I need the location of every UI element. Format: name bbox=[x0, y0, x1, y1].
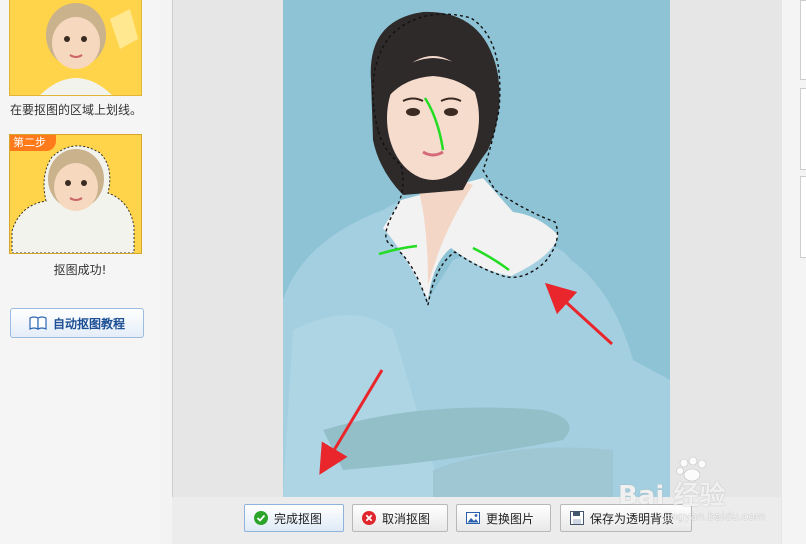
save-transparent-background-button[interactable]: 保存为透明背景 bbox=[560, 504, 692, 532]
check-circle-icon bbox=[254, 511, 268, 525]
book-icon bbox=[29, 316, 47, 330]
right-panel-tab-1[interactable] bbox=[800, 0, 806, 80]
step1-thumbnail bbox=[9, 0, 142, 96]
portrait-image[interactable] bbox=[283, 0, 670, 497]
replace-image-label: 更换图片 bbox=[486, 511, 535, 526]
right-panel-edge bbox=[782, 0, 806, 544]
portrait-photo[interactable] bbox=[283, 0, 670, 497]
tutorial-button-label: 自动抠图教程 bbox=[52, 316, 125, 331]
step1-caption: 在要抠图的区域上划线。 bbox=[10, 103, 143, 117]
step2-badge: 第二步 bbox=[10, 135, 56, 151]
right-panel-tab-2[interactable] bbox=[800, 88, 806, 170]
step2-thumbnail: 第二步 bbox=[9, 134, 142, 254]
baby-photo-step2 bbox=[10, 135, 141, 253]
left-panel: 在要抠图的区域上划线。 第二步 抠图成功! 自动抠图教程 bbox=[0, 0, 160, 544]
right-panel-tab-3[interactable] bbox=[800, 176, 806, 258]
cancel-cutout-button[interactable]: 取消抠图 bbox=[352, 504, 448, 532]
floppy-disk-icon bbox=[570, 511, 584, 525]
auto-cutout-tutorial-button[interactable]: 自动抠图教程 bbox=[10, 308, 144, 338]
image-icon bbox=[466, 512, 480, 524]
baby-photo-step1 bbox=[10, 0, 141, 95]
step2-caption: 抠图成功! bbox=[53, 263, 107, 277]
close-circle-icon bbox=[362, 511, 376, 525]
cancel-cutout-label: 取消抠图 bbox=[382, 511, 431, 526]
complete-cutout-label: 完成抠图 bbox=[274, 511, 323, 526]
save-transparent-label: 保存为透明背景 bbox=[590, 511, 675, 526]
replace-image-button[interactable]: 更换图片 bbox=[456, 504, 551, 532]
complete-cutout-button[interactable]: 完成抠图 bbox=[244, 504, 344, 532]
